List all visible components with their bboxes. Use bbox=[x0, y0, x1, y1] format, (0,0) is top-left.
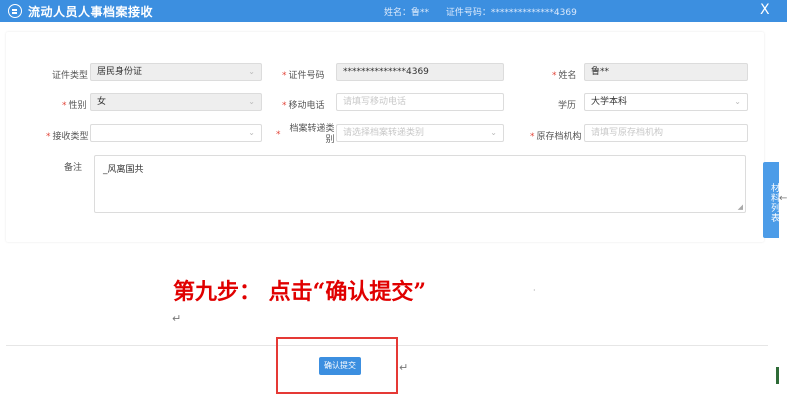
mobile-input[interactable]: 请填写移动电话 bbox=[336, 93, 504, 111]
original-org-label: * 原存档机构 bbox=[530, 132, 582, 142]
user-id-label: 证件号码：**************4369 bbox=[445, 8, 577, 18]
name-label: * 姓名 bbox=[552, 71, 577, 81]
user-name-label: 姓名：鲁** bbox=[384, 8, 430, 18]
close-button[interactable]: X bbox=[760, 2, 770, 18]
return-arrow-icon: ← bbox=[779, 193, 787, 204]
id-type-label: 证件类型 bbox=[52, 71, 89, 81]
original-org-input[interactable]: 请填写原存档机构 bbox=[584, 124, 748, 142]
instruction-text: 第九步： 点击“确认提交” bbox=[173, 279, 426, 305]
user-meta: 姓名：鲁** 证件号码：**************4369 bbox=[384, 5, 591, 18]
decorative-dot: · bbox=[533, 286, 536, 295]
education-label: 学历 bbox=[558, 101, 577, 111]
chevron-down-icon: ⌄ bbox=[490, 128, 497, 137]
list-circle-icon bbox=[8, 4, 22, 18]
transfer-type-label: *档案转递类别 bbox=[276, 124, 335, 145]
return-arrow-icon: ↵ bbox=[172, 312, 182, 325]
window-titlebar: 流动人员人事档案接收 姓名：鲁** 证件号码：**************436… bbox=[0, 0, 787, 22]
chevron-down-icon: ⌄ bbox=[734, 97, 741, 106]
id-type-select[interactable]: 居民身份证 ⌄ bbox=[90, 63, 262, 81]
chevron-down-icon: ⌄ bbox=[248, 128, 255, 137]
education-select[interactable]: 大学本科 ⌄ bbox=[584, 93, 748, 111]
remark-label: 备注 bbox=[64, 163, 83, 173]
mobile-label: * 移动电话 bbox=[282, 101, 325, 111]
id-number-field[interactable]: **************4369 bbox=[336, 63, 504, 81]
transfer-type-select[interactable]: 请选择档案转递类别 ⌄ bbox=[336, 124, 504, 142]
chevron-down-icon: ⌄ bbox=[248, 67, 255, 76]
name-field[interactable]: 鲁** bbox=[584, 63, 748, 81]
window-title: 流动人员人事档案接收 bbox=[28, 5, 154, 19]
receive-type-label: * 接收类型 bbox=[46, 132, 89, 142]
confirm-submit-button[interactable]: 确认提交 bbox=[319, 357, 361, 375]
gender-select[interactable]: 女 ⌄ bbox=[90, 93, 262, 111]
materials-list-tab[interactable]: 材料列表 bbox=[763, 162, 779, 238]
return-arrow-icon: ↵ bbox=[399, 361, 409, 374]
form-panel: 证件类型 居民身份证 ⌄ * 证件号码 **************4369 * 姓… bbox=[6, 32, 764, 242]
chevron-down-icon: ⌄ bbox=[248, 97, 255, 106]
remark-textarea[interactable]: _风离国共 ◢ bbox=[94, 155, 746, 213]
id-number-label: * 证件号码 bbox=[282, 71, 325, 81]
receive-type-select[interactable]: ⌄ bbox=[90, 124, 262, 142]
gender-label: * 性别 bbox=[62, 101, 87, 111]
green-marker bbox=[776, 367, 779, 384]
resize-handle-icon[interactable]: ◢ bbox=[738, 203, 743, 211]
